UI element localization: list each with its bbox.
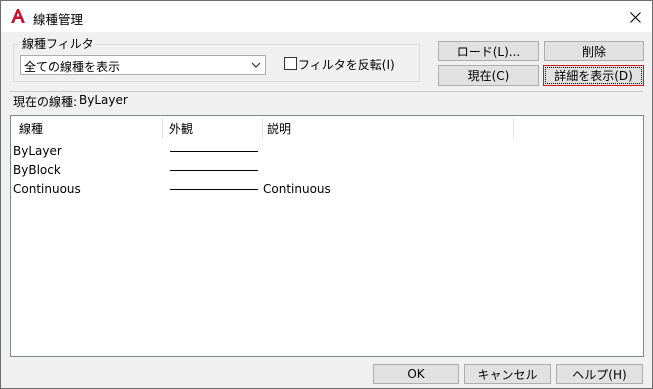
window-title: 線種管理 — [33, 12, 84, 27]
help-button[interactable]: ヘルプ(H) — [556, 364, 643, 384]
linetype-filter-dropdown[interactable]: 全ての線種を表示 — [20, 55, 266, 75]
chevron-down-icon — [251, 62, 261, 68]
current-linetype-value: ByLayer — [79, 93, 128, 107]
delete-button[interactable]: 削除 — [544, 41, 644, 61]
linetype-name: ByBlock — [13, 163, 61, 177]
table-row[interactable]: ByBlock — [11, 161, 641, 180]
linetype-appearance — [170, 189, 258, 190]
load-button[interactable]: ロード(L)... — [438, 41, 539, 61]
linetype-appearance — [170, 170, 258, 171]
column-header-description[interactable]: 説明 — [267, 116, 291, 140]
linetype-name: Continuous — [13, 182, 81, 196]
current-linetype-label: 現在の線種: — [13, 95, 78, 109]
linetype-name: ByLayer — [13, 144, 62, 158]
column-header-linetype[interactable]: 線種 — [19, 116, 43, 140]
linetype-appearance — [170, 151, 258, 152]
show-details-button[interactable]: 詳細を表示(D) — [543, 65, 644, 86]
column-header-appearance[interactable]: 外観 — [169, 116, 193, 140]
ok-button[interactable]: OK — [373, 364, 459, 384]
set-current-button[interactable]: 現在(C) — [438, 65, 539, 86]
column-separator[interactable] — [162, 118, 163, 139]
autocad-a-icon — [11, 9, 25, 23]
linetype-list[interactable]: 線種 外観 説明 ByLayer ByBlock Continuous Cont… — [10, 115, 644, 357]
close-icon — [629, 11, 641, 23]
cancel-button[interactable]: キャンセル — [464, 364, 551, 384]
linetype-filter-value: 全ての線種を表示 — [24, 60, 121, 74]
column-separator[interactable] — [262, 118, 263, 139]
column-separator[interactable] — [513, 118, 514, 139]
invert-filter-checkbox[interactable] — [284, 57, 297, 70]
linetype-filter-label: 線種フィルタ — [20, 35, 96, 52]
linetype-description: Continuous — [263, 182, 331, 196]
table-row[interactable]: Continuous Continuous — [11, 180, 641, 199]
title-bar: 線種管理 — [1, 1, 652, 32]
linetype-manager-dialog: 線種管理 線種フィルタ 全ての線種を表示 フィルタを反転(I) ロード(L)..… — [0, 0, 653, 389]
invert-filter-label[interactable]: フィルタを反転(I) — [298, 56, 395, 73]
table-row[interactable]: ByLayer — [11, 142, 641, 161]
close-button[interactable] — [620, 4, 650, 30]
